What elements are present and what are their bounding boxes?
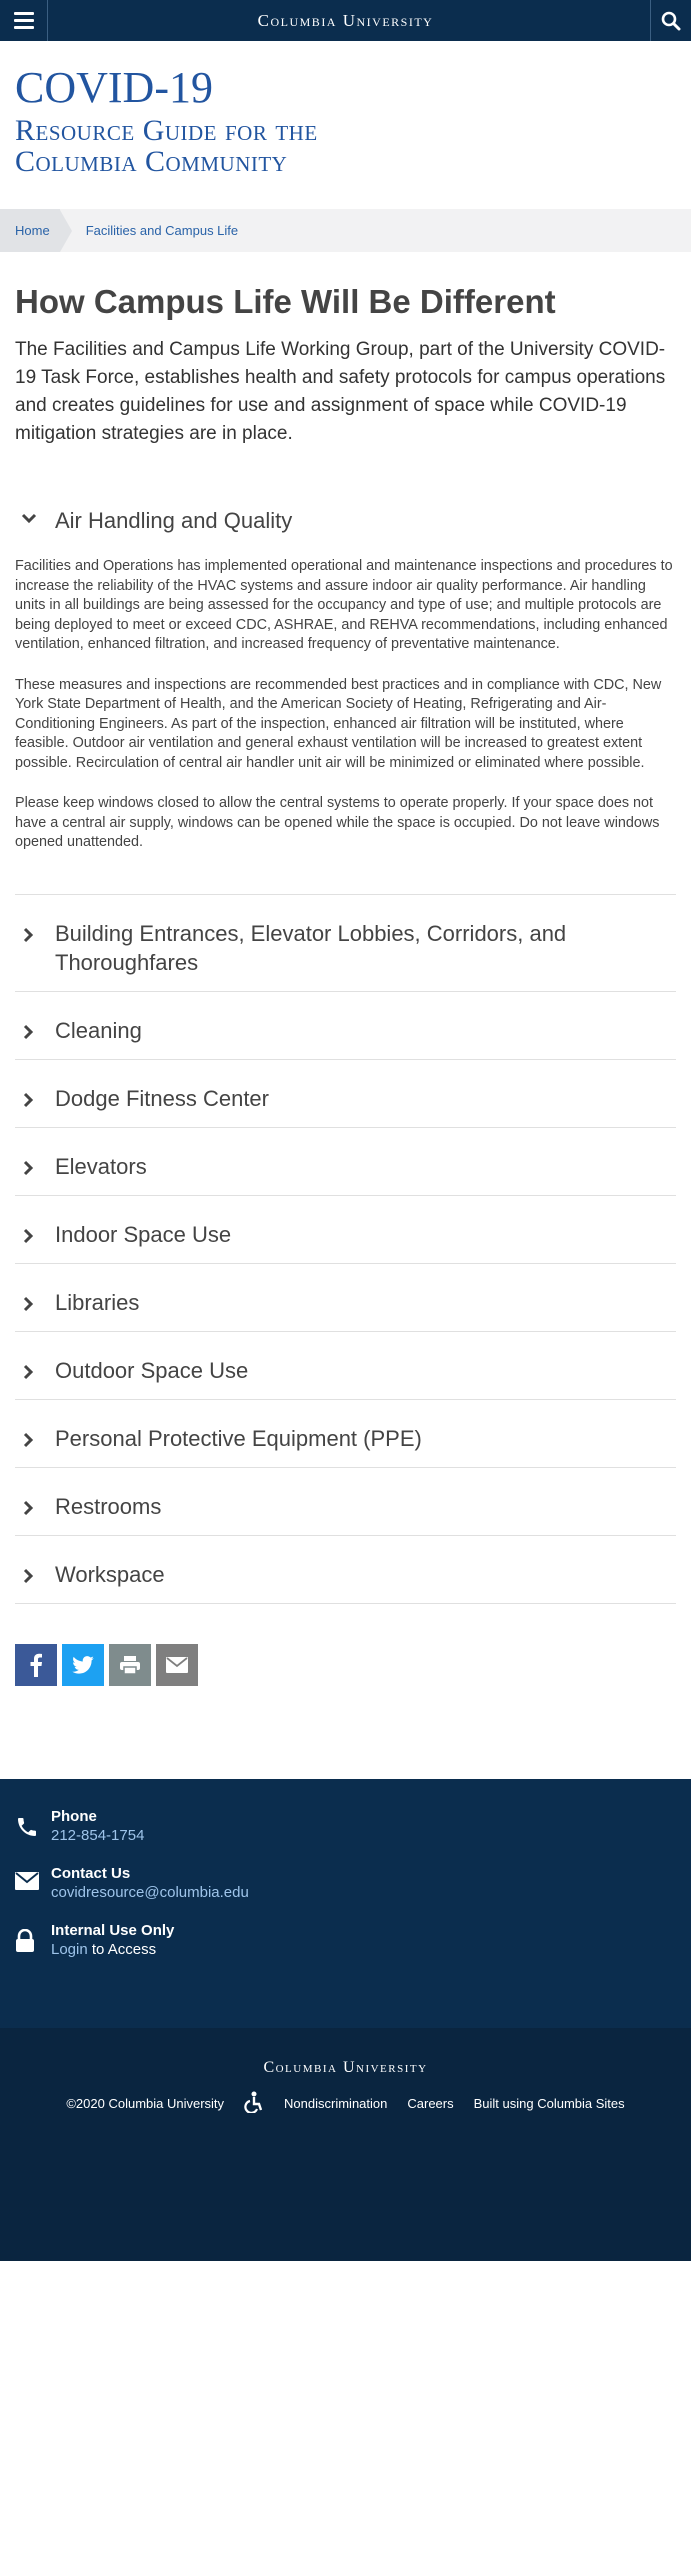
accordion-label: Cleaning xyxy=(55,1017,142,1043)
copyright: ©2020 Columbia University xyxy=(66,2095,225,2111)
phone-number-link[interactable]: 212-854-1754 xyxy=(51,1826,144,1846)
accordion-body: Facilities and Operations has implemente… xyxy=(15,557,676,894)
page-title: How Campus Life Will Be Different xyxy=(15,283,556,320)
print-button[interactable] xyxy=(109,1643,151,1686)
accordion-toggle-air-handling[interactable]: Air Handling and Quality xyxy=(15,506,676,557)
site-subtitle-line-2: Columbia Community xyxy=(15,145,288,178)
nondiscrimination-link[interactable]: Nondiscrimination xyxy=(284,2096,387,2111)
accordion-item: Indoor Space Use xyxy=(15,1196,676,1264)
accordion-item: Elevators xyxy=(15,1128,676,1196)
chevron-right-icon xyxy=(15,1016,43,1040)
contact-internal: Internal Use Only Login to Access xyxy=(15,1921,676,1960)
breadcrumb: Home Facilities and Campus Life xyxy=(0,209,691,252)
accordion-label: Personal Protective Equipment (PPE) xyxy=(55,1425,422,1451)
share-bar xyxy=(15,1643,676,1686)
accordion-item: Workspace xyxy=(15,1536,676,1604)
accordion-toggle[interactable]: Restrooms xyxy=(15,1468,676,1535)
facebook-share-button[interactable] xyxy=(15,1643,57,1686)
accordion-paragraph: Facilities and Operations has implemente… xyxy=(15,558,673,652)
accessibility-icon[interactable] xyxy=(244,2091,264,2116)
intro-paragraph: The Facilities and Campus Life Working G… xyxy=(15,339,666,444)
careers-link[interactable]: Careers xyxy=(407,2096,453,2111)
email-share-button[interactable] xyxy=(156,1643,198,1686)
breadcrumb-current[interactable]: Facilities and Campus Life xyxy=(86,223,238,238)
envelope-icon xyxy=(15,1864,51,1890)
chevron-right-icon xyxy=(15,1560,43,1584)
lock-icon xyxy=(15,1921,51,1953)
login-suffix: to Access xyxy=(87,1940,157,1958)
built-using-link[interactable]: Built using Columbia Sites xyxy=(474,2096,625,2111)
email-icon xyxy=(166,1656,188,1673)
internal-title: Internal Use Only xyxy=(51,1921,175,1939)
breadcrumb-separator-icon xyxy=(59,209,72,252)
chevron-right-icon xyxy=(15,1492,43,1516)
chevron-right-icon xyxy=(15,1220,43,1244)
footer-contact: Phone 212-854-1754 Contact Us covidresou… xyxy=(0,1778,691,2028)
site-title[interactable]: COVID-19 xyxy=(15,65,676,111)
accordion-label: Workspace xyxy=(55,1561,165,1587)
chevron-right-icon xyxy=(15,1152,43,1176)
top-bar: Columbia University xyxy=(0,0,691,41)
contact-phone: Phone 212-854-1754 xyxy=(15,1807,676,1846)
accordion-label: Elevators xyxy=(55,1153,147,1179)
accordion-item: Personal Protective Equipment (PPE) xyxy=(15,1400,676,1468)
main-content: How Campus Life Will Be Different The Fa… xyxy=(0,282,691,1686)
footer-brand[interactable]: Columbia University xyxy=(0,2059,691,2077)
login-text: Login to Access xyxy=(51,1940,174,1960)
chevron-right-icon xyxy=(15,1288,43,1312)
accordion-item: Building Entrances, Elevator Lobbies, Co… xyxy=(15,895,676,992)
facebook-icon xyxy=(30,1653,42,1677)
login-link[interactable]: Login xyxy=(51,1941,88,1958)
accordion-paragraph: Please keep windows closed to allow the … xyxy=(15,795,660,850)
accordion-label: Libraries xyxy=(55,1289,140,1315)
accordion-item: Cleaning xyxy=(15,992,676,1060)
accordion-paragraph: These measures and inspections are recom… xyxy=(15,676,662,771)
accordion-toggle[interactable]: Outdoor Space Use xyxy=(15,1332,676,1399)
accordion-item: Dodge Fitness Center xyxy=(15,1060,676,1128)
phone-icon xyxy=(15,1807,51,1839)
accordion-toggle[interactable]: Workspace xyxy=(15,1536,676,1603)
twitter-share-button[interactable] xyxy=(62,1643,104,1686)
chevron-right-icon xyxy=(15,1084,43,1108)
accordion-label: Restrooms xyxy=(55,1493,162,1519)
chevron-right-icon xyxy=(15,1424,43,1448)
accordion-item: Outdoor Space Use xyxy=(15,1332,676,1400)
accordion-item-air-handling: Air Handling and Quality Facilities and … xyxy=(15,506,676,895)
site-header: COVID-19 Resource Guide for the Columbia… xyxy=(0,41,691,209)
chevron-right-icon xyxy=(15,919,43,943)
accordion-label: Air Handling and Quality xyxy=(55,508,293,533)
search-icon[interactable] xyxy=(650,0,691,41)
university-brand[interactable]: Columbia University xyxy=(258,11,434,31)
contact-email: Contact Us covidresource@columbia.edu xyxy=(15,1864,676,1903)
accordion-label: Indoor Space Use xyxy=(55,1221,232,1247)
breadcrumb-home-link[interactable]: Home xyxy=(0,209,60,252)
footer-bottom: Columbia University ©2020 Columbia Unive… xyxy=(0,2027,691,2261)
twitter-icon xyxy=(72,1655,94,1674)
accordion-item: Libraries xyxy=(15,1264,676,1332)
footer-links: ©2020 Columbia University Nondiscriminat… xyxy=(0,2091,691,2116)
accordion: Air Handling and Quality Facilities and … xyxy=(15,506,676,1604)
accordion-toggle[interactable]: Cleaning xyxy=(15,992,676,1059)
accordion-toggle[interactable]: Building Entrances, Elevator Lobbies, Co… xyxy=(15,895,676,991)
accordion-label: Dodge Fitness Center xyxy=(55,1085,269,1111)
accordion-item: Restrooms xyxy=(15,1468,676,1536)
chevron-right-icon xyxy=(15,1356,43,1380)
accordion-toggle[interactable]: Indoor Space Use xyxy=(15,1196,676,1263)
contact-title: Contact Us xyxy=(51,1864,131,1882)
site-subtitle[interactable]: Resource Guide for the Columbia Communit… xyxy=(15,115,676,177)
contact-email-link[interactable]: covidresource@columbia.edu xyxy=(51,1883,249,1903)
phone-title: Phone xyxy=(51,1807,97,1825)
accordion-label: Building Entrances, Elevator Lobbies, Co… xyxy=(55,920,567,975)
accordion-toggle[interactable]: Libraries xyxy=(15,1264,676,1331)
site-subtitle-line-1: Resource Guide for the xyxy=(15,114,318,147)
accordion-toggle[interactable]: Elevators xyxy=(15,1128,676,1195)
accordion-toggle[interactable]: Personal Protective Equipment (PPE) xyxy=(15,1400,676,1467)
print-icon xyxy=(120,1655,140,1675)
chevron-down-icon xyxy=(15,506,43,525)
accordion-toggle[interactable]: Dodge Fitness Center xyxy=(15,1060,676,1127)
hamburger-menu-icon[interactable] xyxy=(0,0,48,41)
accordion-label: Outdoor Space Use xyxy=(55,1357,249,1383)
